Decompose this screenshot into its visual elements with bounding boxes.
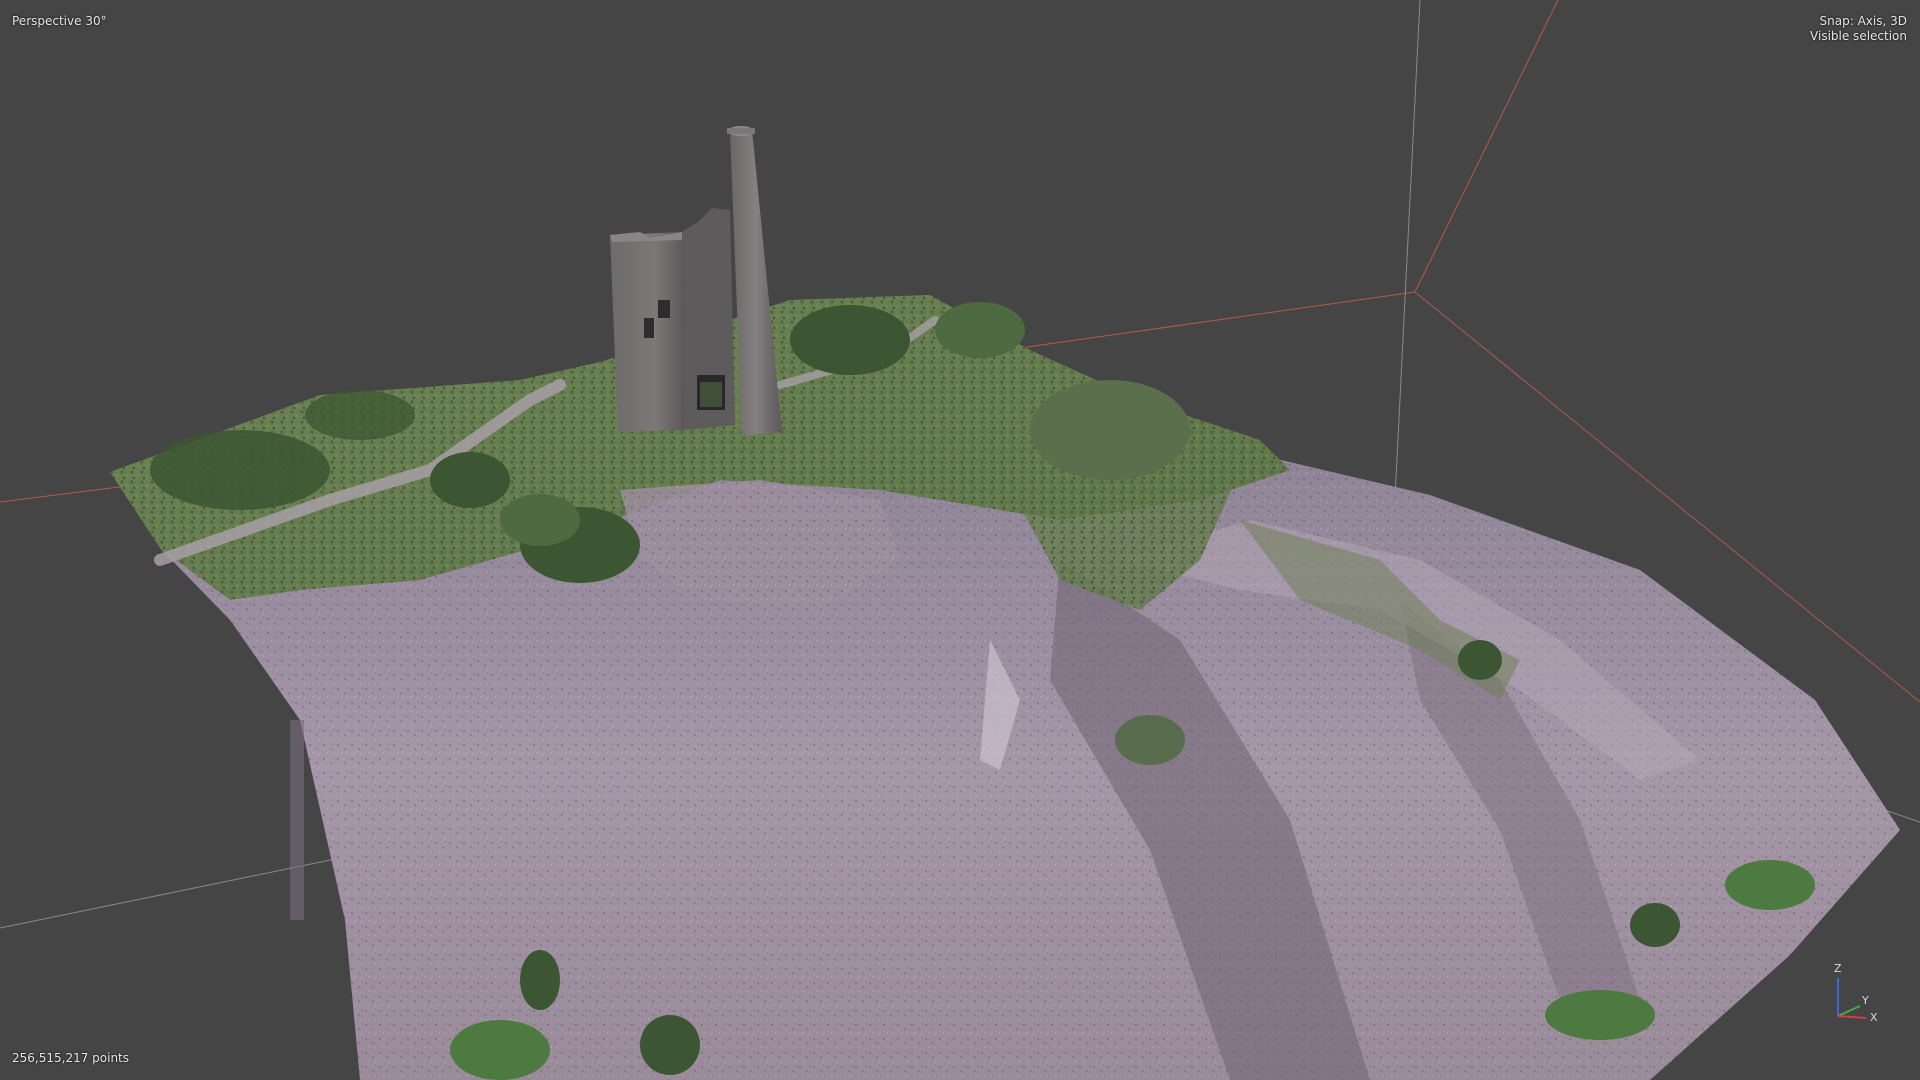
y-axis-line xyxy=(1837,1005,1861,1017)
slope-edge-strip xyxy=(290,720,304,920)
view-mode-label: Perspective 30° xyxy=(12,14,107,28)
bbox-edge-top-right xyxy=(1414,0,1559,293)
window-lower xyxy=(644,318,654,338)
x-axis-label: X xyxy=(1870,1011,1878,1024)
z-axis-label: Z xyxy=(1834,962,1842,975)
point-cloud-scene[interactable] xyxy=(0,0,1920,1080)
bbox-vertical-back xyxy=(1394,0,1421,499)
engine-house-ruin xyxy=(610,208,735,432)
bbox-edge-left xyxy=(0,484,136,503)
y-axis-label: Y xyxy=(1861,994,1869,1007)
bbox-edge-back xyxy=(1019,291,1416,349)
terrain-point-cloud xyxy=(110,295,1900,1080)
axis-gizmo-icon[interactable]: Z Y X xyxy=(1826,958,1900,1028)
window-upper xyxy=(658,300,670,318)
3d-viewport[interactable]: Perspective 30° Snap: Axis, 3D Visible s… xyxy=(0,0,1920,1080)
x-axis-line xyxy=(1837,1015,1867,1019)
snap-mode-label: Snap: Axis, 3D xyxy=(1819,14,1907,28)
point-count-label: 256,515,217 points xyxy=(12,1051,130,1065)
selection-mode-label: Visible selection xyxy=(1810,29,1907,43)
snap-status: Snap: Axis, 3D Visible selection xyxy=(1810,14,1907,44)
